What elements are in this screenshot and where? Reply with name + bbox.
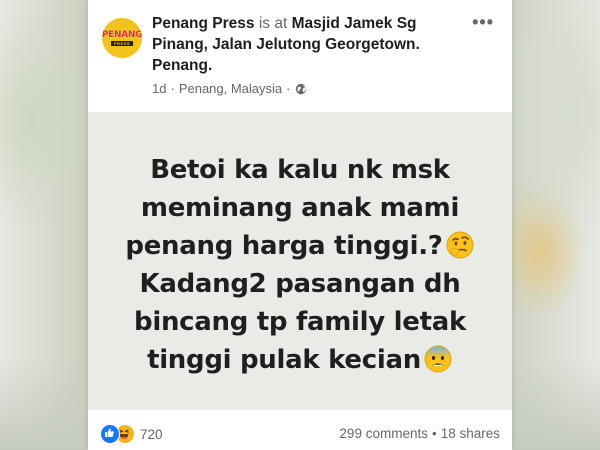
comments-count-link[interactable]: 299 comments — [339, 426, 428, 441]
meta-separator-2: · — [286, 81, 291, 96]
post-image-text: Betoi ka kalu nk msk meminang anak mami … — [88, 151, 512, 379]
globe-icon[interactable] — [295, 83, 307, 95]
post-place[interactable]: Penang, Malaysia — [179, 81, 282, 96]
meta-separator: · — [170, 81, 175, 96]
stats-separator: • — [431, 426, 437, 441]
post-card: PENANG PRESS Penang Press is at Masjid J… — [88, 0, 512, 450]
is-at-text: is at — [258, 15, 288, 32]
post-image[interactable]: Betoi ka kalu nk msk meminang anak mami … — [88, 112, 512, 410]
image-text-line-2: meminang anak mami — [140, 193, 460, 223]
engagement-stats: 299 comments • 18 shares — [339, 426, 500, 441]
page-avatar[interactable]: PENANG PRESS — [102, 18, 142, 58]
image-text-line-4: Kadang2 pasangan dh — [139, 269, 461, 299]
image-text-line-5: bincang tp family letak — [134, 307, 466, 337]
image-text-line-3: penang harga tinggi.? — [125, 231, 443, 261]
image-text-line-6: tinggi pulak kecian — [147, 345, 421, 375]
reactions-summary[interactable]: 720 — [100, 424, 163, 444]
anxious-face-icon — [423, 344, 453, 374]
shares-count-link[interactable]: 18 shares — [441, 426, 500, 441]
avatar-logo-sub: PRESS — [110, 40, 134, 46]
image-text-line-1: Betoi ka kalu nk msk — [150, 155, 450, 185]
post-footer: 720 299 comments • 18 shares — [88, 410, 512, 450]
post-header: PENANG PRESS Penang Press is at Masjid J… — [88, 0, 512, 112]
post-meta: 1d · Penang, Malaysia · — [152, 81, 307, 96]
more-options-icon[interactable]: ••• — [472, 12, 494, 33]
post-time[interactable]: 1d — [152, 81, 166, 96]
thinking-face-icon — [445, 230, 475, 260]
image-text-line-3-wrap: penang harga tinggi.? — [88, 227, 512, 265]
post-title: Penang Press is at Masjid Jamek Sg Pinan… — [152, 13, 462, 76]
like-icon — [100, 424, 120, 444]
reaction-count: 720 — [140, 426, 163, 442]
image-text-line-6-wrap: tinggi pulak kecian — [88, 341, 512, 379]
page-name-link[interactable]: Penang Press — [152, 15, 255, 32]
avatar-logo-text: PENANG — [102, 29, 142, 40]
